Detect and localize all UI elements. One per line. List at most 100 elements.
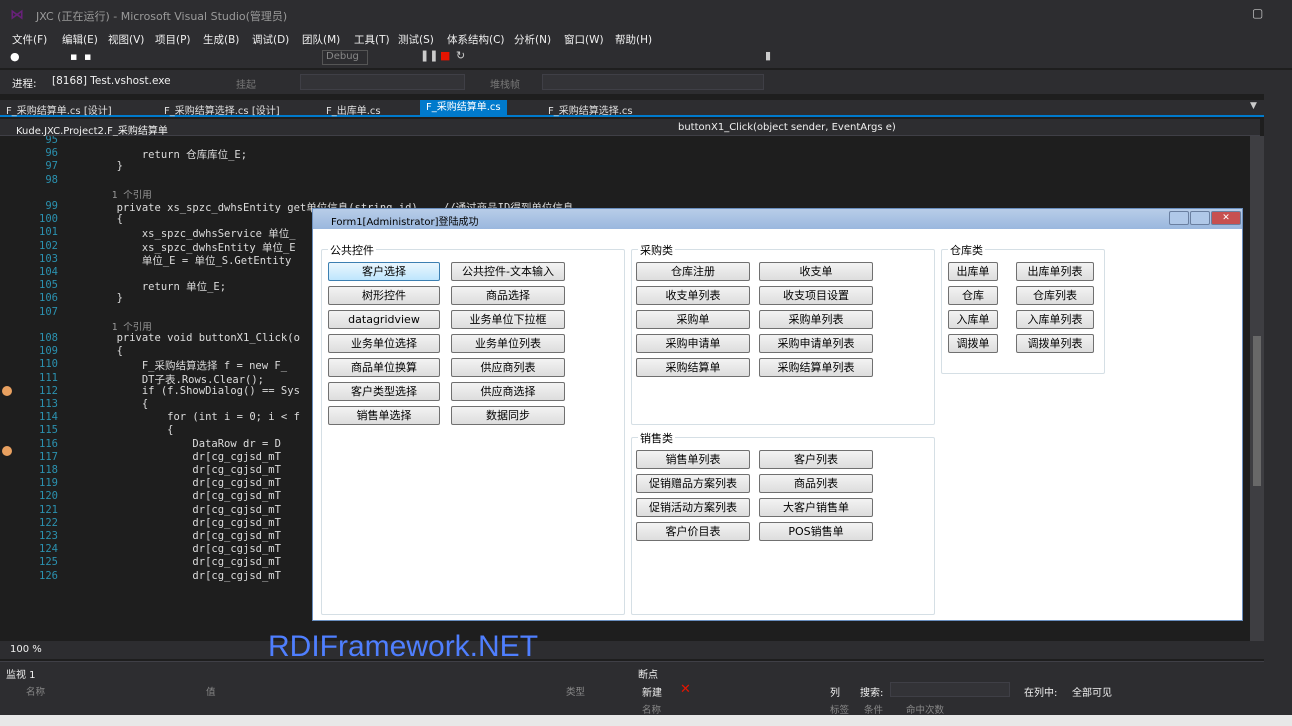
zoom-row: 100 % [0,641,1264,659]
code-line: for (int i = 0; i < f [66,411,300,424]
menu-file[interactable]: 文件(F) [12,32,47,47]
group-common-label: 公共控件 [328,242,376,258]
menu-debug[interactable]: 调试(D) [252,32,289,47]
maximize-button[interactable] [1190,211,1210,225]
form-title: Form1[Administrator]登陆成功 [331,217,479,228]
btn-common-7[interactable]: 业务单位列表 [451,334,565,353]
method-dropdown[interactable]: buttonX1_Click(object sender, EventArgs … [678,122,896,133]
horizontal-scrollbar[interactable] [0,715,1292,726]
breakpoint-icon[interactable] [2,386,12,396]
btn-purchase-4[interactable]: 采购单 [636,310,750,329]
group-common: 公共控件 客户选择 公共控件-文本输入 树形控件 商品选择 datagridview 业务… [321,242,625,615]
btn-common-8[interactable]: 商品单位换算 [328,358,440,377]
btn-common-4[interactable]: datagridview [328,310,440,329]
columns-button[interactable]: 列 [830,684,840,699]
editor-vertical-scrollbar[interactable] [1250,136,1264,641]
scrollbar-thumb[interactable] [1253,336,1261,486]
btn-purchase-6[interactable]: 采购申请单 [636,334,750,353]
btn-purchase-3[interactable]: 收支项目设置 [759,286,873,305]
close-button[interactable]: ✕ [1211,211,1241,225]
btn-purchase-0[interactable]: 仓库注册 [636,262,750,281]
code-line: dr[cg_cgjsd_mT [66,543,281,556]
menu-build[interactable]: 生成(B) [203,32,239,47]
new-breakpoint-button[interactable]: 新建 [642,684,662,699]
btn-sales-3[interactable]: 商品列表 [759,474,873,493]
tab-outbound[interactable]: F_出库单.cs [326,102,381,117]
btn-warehouse-6[interactable]: 调拨单 [948,334,998,353]
stop-icon[interactable]: ■ [440,49,450,62]
save-icon[interactable]: ▪ [70,50,77,63]
btn-common-0[interactable]: 客户选择 [328,262,440,281]
in-column-dropdown[interactable]: 全部可见 [1072,684,1112,699]
btn-warehouse-4[interactable]: 入库单 [948,310,998,329]
menu-team[interactable]: 团队(M) [302,32,340,47]
btn-purchase-1[interactable]: 收支单 [759,262,873,281]
back-icon[interactable]: ● [10,50,20,63]
btn-sales-5[interactable]: 大客户销售单 [759,498,873,517]
code-line: 1 个引用 [66,321,152,333]
class-dropdown[interactable]: Kude.JXC.Project2.F_采购结算单 [16,122,168,137]
search-label: 搜索: [860,688,884,699]
btn-common-9[interactable]: 供应商列表 [451,358,565,377]
btn-purchase-2[interactable]: 收支单列表 [636,286,750,305]
btn-sales-1[interactable]: 客户列表 [759,450,873,469]
btn-warehouse-7[interactable]: 调拨单列表 [1016,334,1094,353]
stack-frame-dropdown[interactable] [300,74,465,90]
btn-warehouse-1[interactable]: 出库单列表 [1016,262,1094,281]
bookmark-icon[interactable]: ▮ [765,49,771,62]
btn-sales-6[interactable]: 客户价目表 [636,522,750,541]
btn-sales-4[interactable]: 促销活动方案列表 [636,498,750,517]
btn-purchase-5[interactable]: 采购单列表 [759,310,873,329]
menu-edit[interactable]: 编辑(E) [62,32,98,47]
breakpoint-icon[interactable] [2,446,12,456]
btn-common-10[interactable]: 客户类型选择 [328,382,440,401]
config-dropdown[interactable]: Debug [322,50,368,65]
btn-common-11[interactable]: 供应商选择 [451,382,565,401]
btn-sales-0[interactable]: 销售单列表 [636,450,750,469]
save-all-icon[interactable]: ▪ [84,50,91,63]
search-input[interactable] [890,682,1010,697]
breakpoints-title: 断点 [638,670,658,681]
btn-common-6[interactable]: 业务单位选择 [328,334,440,353]
line-number: 110 [39,358,58,371]
btn-sales-7[interactable]: POS销售单 [759,522,873,541]
btn-common-3[interactable]: 商品选择 [451,286,565,305]
watch-col-name: 名称 [26,687,46,698]
stack-dropdown[interactable] [542,74,764,90]
delete-icon[interactable]: ✕ [680,682,691,697]
menu-view[interactable]: 视图(V) [108,32,144,47]
menu-window[interactable]: 窗口(W) [564,32,604,47]
tab-overflow-icon[interactable]: ▼ [1250,101,1257,111]
process-dropdown[interactable]: [8168] Test.vshost.exe [52,75,212,90]
btn-common-2[interactable]: 树形控件 [328,286,440,305]
tab-purchase-settle-design[interactable]: F_采购结算单.cs [设计] [6,102,112,117]
btn-purchase-8[interactable]: 采购结算单 [636,358,750,377]
pause-icon[interactable]: ❚❚ [420,49,438,62]
menu-project[interactable]: 项目(P) [155,32,191,47]
restart-icon[interactable]: ↻ [456,49,465,62]
menu-help[interactable]: 帮助(H) [615,32,652,47]
btn-purchase-9[interactable]: 采购结算单列表 [759,358,873,377]
tab-purchase-settle[interactable]: F_采购结算单.cs [420,100,507,115]
menu-architecture[interactable]: 体系结构(C) [447,32,505,47]
menu-test[interactable]: 测试(S) [398,32,434,47]
btn-warehouse-0[interactable]: 出库单 [948,262,998,281]
menu-tools[interactable]: 工具(T) [354,32,390,47]
btn-common-1[interactable]: 公共控件-文本输入 [451,262,565,281]
menu-analyze[interactable]: 分析(N) [514,32,551,47]
btn-warehouse-3[interactable]: 仓库列表 [1016,286,1094,305]
line-number: 114 [39,411,58,424]
btn-sales-2[interactable]: 促销赠品方案列表 [636,474,750,493]
tab-purchase-select[interactable]: F_采购结算选择.cs [548,102,633,117]
zoom-level[interactable]: 100 % [10,644,42,655]
feedback-icon[interactable]: ▢ [1252,6,1263,20]
btn-common-5[interactable]: 业务单位下拉框 [451,310,565,329]
btn-warehouse-5[interactable]: 入库单列表 [1016,310,1094,329]
btn-common-13[interactable]: 数据同步 [451,406,565,425]
tab-purchase-select-design[interactable]: F_采购结算选择.cs [设计] [164,102,280,117]
line-number: 111 [39,371,58,384]
btn-purchase-7[interactable]: 采购申请单列表 [759,334,873,353]
btn-common-12[interactable]: 销售单选择 [328,406,440,425]
minimize-button[interactable] [1169,211,1189,225]
btn-warehouse-2[interactable]: 仓库 [948,286,998,305]
